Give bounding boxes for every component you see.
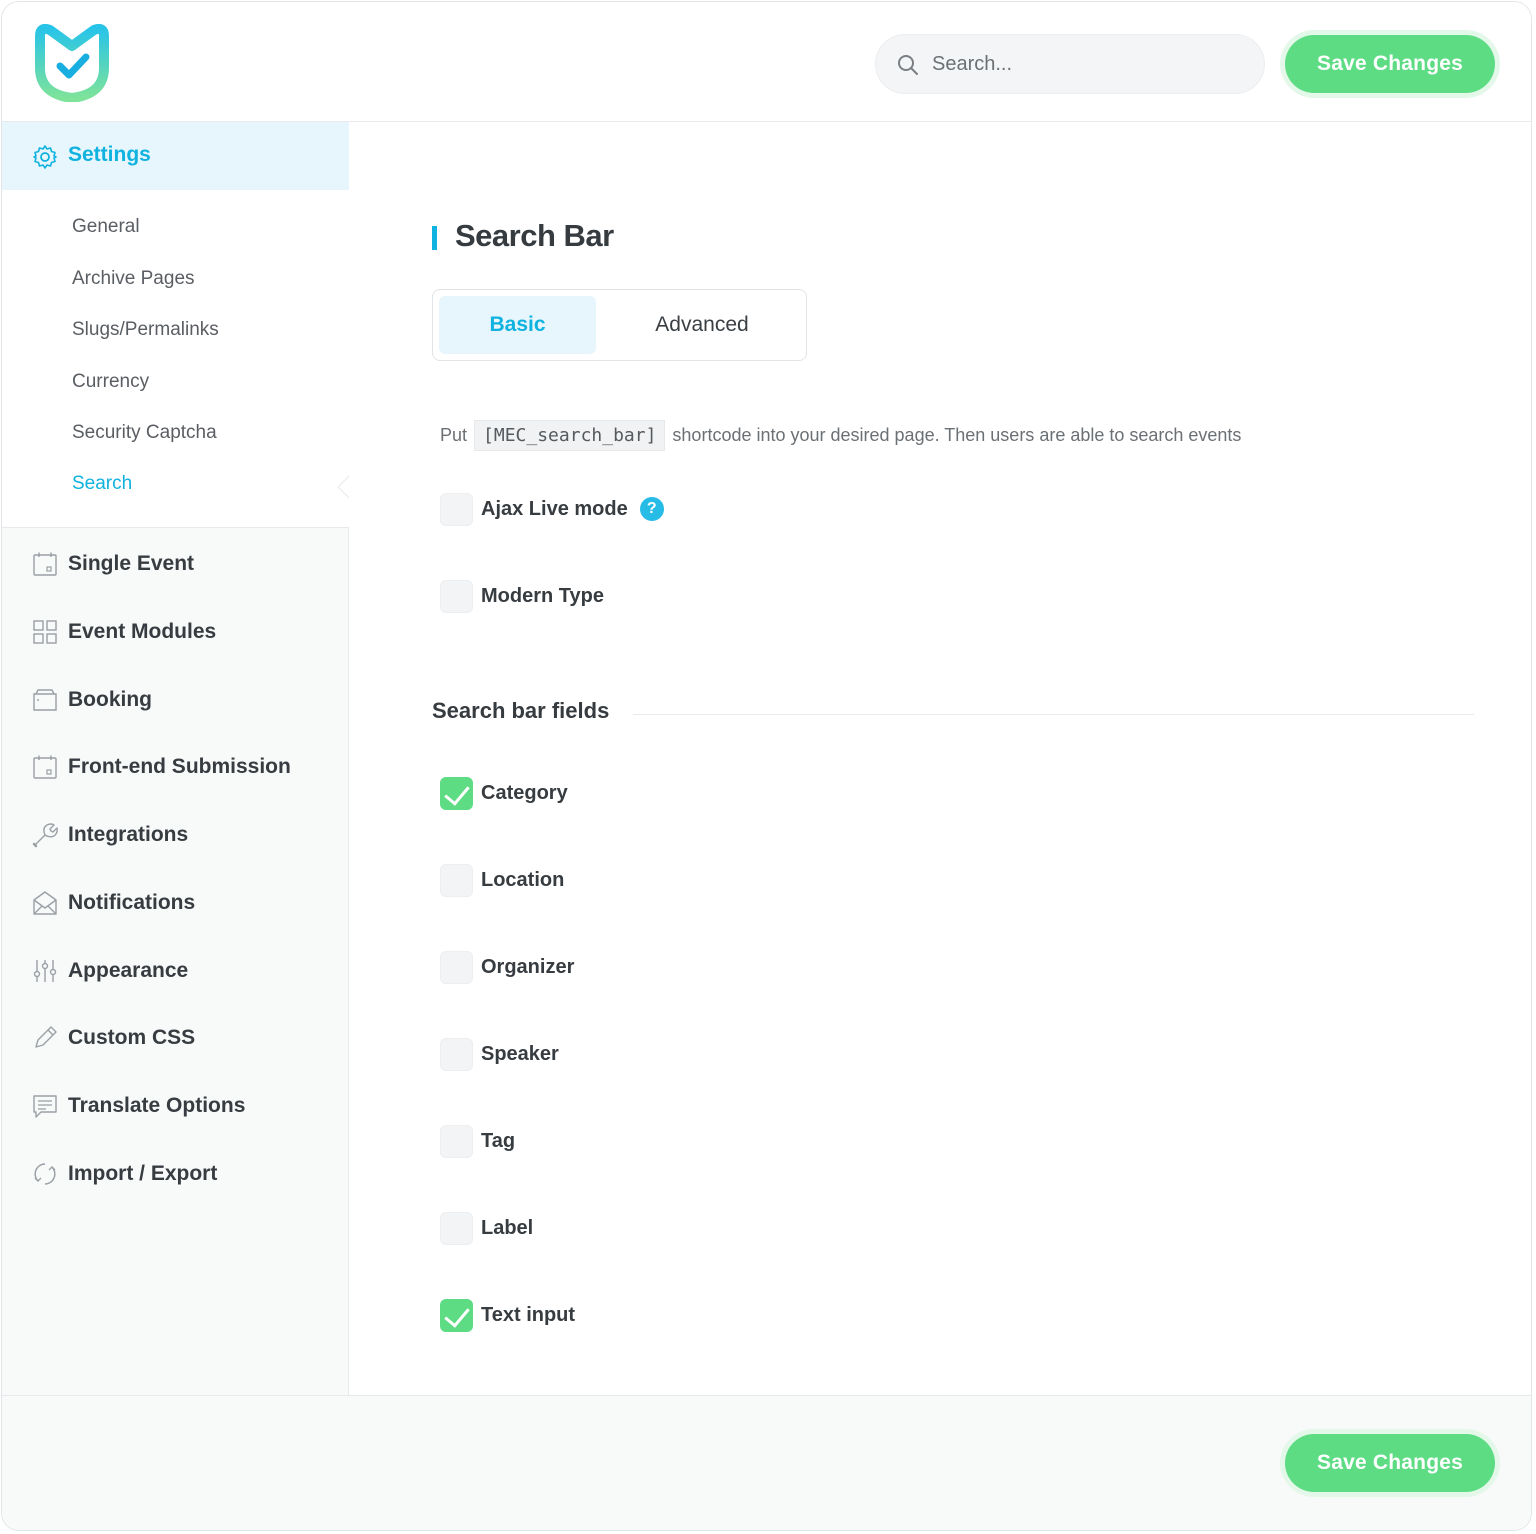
submenu-item-security-captcha[interactable]: Security Captcha: [72, 422, 217, 444]
gear-icon: [33, 145, 57, 169]
active-indicator-notch: [337, 475, 350, 499]
app-window: Save Changes Settings General Archive Pa…: [1, 1, 1532, 1531]
folder-icon: [33, 689, 57, 711]
submenu-item-slugs-permalinks[interactable]: Slugs/Permalinks: [72, 319, 219, 341]
field-category[interactable]: Category: [440, 776, 568, 810]
footer-bar: Save Changes: [2, 1395, 1531, 1530]
field-organizer[interactable]: Organizer: [440, 950, 574, 984]
sidebar-item-label: Settings: [68, 143, 151, 166]
grid-icon: [33, 620, 57, 644]
sidebar-item-notifications[interactable]: Notifications: [2, 873, 349, 933]
submenu-item-general[interactable]: General: [72, 216, 140, 238]
sidebar-item-custom-css[interactable]: Custom CSS: [2, 1008, 349, 1068]
description-suffix: shortcode into your desired page. Then u…: [672, 425, 1242, 445]
option-modern-type[interactable]: Modern Type: [440, 579, 604, 613]
text-input-checkbox[interactable]: [440, 1298, 473, 1332]
category-checkbox[interactable]: [440, 776, 473, 810]
location-checkbox[interactable]: [440, 863, 473, 897]
main-content: Search Bar Basic Advanced Put [MEC_searc…: [349, 122, 1531, 1395]
settings-submenu: General Archive Pages Slugs/Permalinks C…: [2, 190, 349, 528]
sidebar-item-label: Appearance: [68, 959, 189, 982]
field-label[interactable]: Label: [440, 1211, 533, 1245]
field-label: Category: [481, 781, 568, 804]
sidebar-item-label: Notifications: [68, 891, 196, 914]
sidebar-item-label: Front-end Submission: [68, 755, 291, 778]
field-label: Label: [481, 1216, 534, 1239]
sidebar-item-label: Translate Options: [68, 1094, 246, 1117]
pencil-icon: [35, 1026, 57, 1048]
search-input[interactable]: [932, 35, 1252, 93]
sidebar-item-label: Custom CSS: [68, 1026, 196, 1049]
envelope-icon: [33, 891, 57, 915]
speaker-checkbox[interactable]: [440, 1037, 473, 1071]
field-location[interactable]: Location: [440, 863, 564, 897]
section-divider: [633, 714, 1474, 715]
tab-group: Basic Advanced: [432, 289, 807, 361]
modern-type-checkbox[interactable]: [440, 579, 473, 613]
field-label: Tag: [481, 1129, 516, 1152]
sidebar-item-front-end-submission[interactable]: Front-end Submission: [2, 737, 349, 797]
sidebar-item-label: Booking: [68, 688, 152, 711]
sidebar-item-settings[interactable]: Settings: [2, 122, 349, 190]
ajax-live-mode-checkbox[interactable]: [440, 492, 473, 526]
sidebar: Settings General Archive Pages Slugs/Per…: [2, 122, 350, 1395]
field-speaker[interactable]: Speaker: [440, 1037, 559, 1071]
description-prefix: Put: [440, 425, 468, 445]
chat-icon: [33, 1095, 57, 1118]
sidebar-item-booking[interactable]: Booking: [2, 670, 349, 730]
field-label: Speaker: [481, 1042, 559, 1065]
calendar-icon: [33, 755, 57, 779]
sidebar-item-translate-options[interactable]: Translate Options: [2, 1076, 349, 1136]
top-header: Save Changes: [2, 2, 1531, 122]
sliders-icon: [33, 960, 57, 982]
shortcode-code: [MEC_search_bar]: [474, 420, 666, 451]
app-logo: [35, 24, 109, 102]
section-title: Search bar fields: [432, 698, 610, 723]
option-label: Ajax Live mode: [481, 497, 628, 520]
search-box: [875, 34, 1265, 94]
search-icon: [898, 55, 918, 75]
option-label: Modern Type: [481, 584, 604, 607]
sidebar-item-label: Integrations: [68, 823, 189, 846]
help-icon[interactable]: ?: [639, 497, 664, 521]
calendar-icon: [33, 552, 57, 576]
sidebar-item-label: Import / Export: [68, 1162, 218, 1185]
tag-checkbox[interactable]: [440, 1124, 473, 1158]
field-label: Location: [481, 868, 565, 891]
wrench-icon: [32, 823, 58, 848]
save-changes-button-footer[interactable]: Save Changes: [1285, 1434, 1495, 1492]
title-accent-bar: [432, 226, 437, 250]
field-label: Organizer: [481, 955, 575, 978]
tab-advanced[interactable]: Advanced: [603, 296, 801, 354]
tab-basic[interactable]: Basic: [439, 296, 596, 354]
sidebar-item-integrations[interactable]: Integrations: [2, 805, 349, 865]
option-ajax-live-mode[interactable]: Ajax Live mode ?: [440, 492, 664, 526]
shortcode-description: Put [MEC_search_bar] shortcode into your…: [440, 420, 1241, 451]
submenu-item-archive-pages[interactable]: Archive Pages: [72, 268, 195, 290]
submenu-item-currency[interactable]: Currency: [72, 371, 149, 393]
sidebar-item-label: Event Modules: [68, 620, 217, 643]
refresh-icon: [34, 1163, 56, 1185]
sidebar-item-appearance[interactable]: Appearance: [2, 941, 349, 1001]
label-checkbox[interactable]: [440, 1211, 473, 1245]
field-label: Text input: [481, 1303, 576, 1326]
submenu-item-search[interactable]: Search: [72, 473, 132, 495]
save-changes-button[interactable]: Save Changes: [1285, 35, 1495, 93]
field-tag[interactable]: Tag: [440, 1124, 515, 1158]
sidebar-item-label: Single Event: [68, 552, 195, 575]
page-title: Search Bar: [455, 218, 614, 253]
sidebar-item-single-event[interactable]: Single Event: [2, 534, 349, 594]
field-text-input[interactable]: Text input: [440, 1298, 575, 1332]
sidebar-item-import-export[interactable]: Import / Export: [2, 1144, 349, 1204]
organizer-checkbox[interactable]: [440, 950, 473, 984]
sidebar-item-event-modules[interactable]: Event Modules: [2, 602, 349, 662]
